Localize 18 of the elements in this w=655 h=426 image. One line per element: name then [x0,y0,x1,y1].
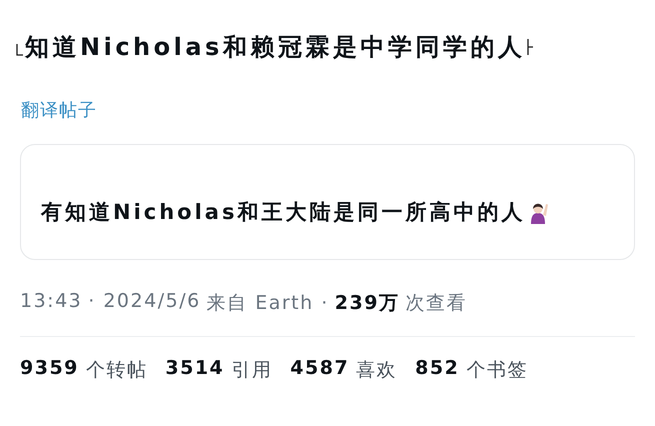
quoted-post-text: 有知道Nicholas和王大陆是同一所高中的人 [41,199,526,226]
post-source: 来自 Earth · [206,291,329,316]
stat-label: 喜欢 [356,358,398,383]
stat-count: 852 [415,357,460,381]
stat-count: 4587 [290,357,350,381]
stat-count: 9359 [20,357,79,381]
views-label: 次查看 [405,291,467,316]
cursor-handle-icon [527,39,534,55]
stat-label: 个书签 [466,358,528,383]
post-date: · 2024/5/6 [88,290,201,314]
views-count: 239万 [334,291,400,316]
stat-count: 3514 [165,357,224,381]
stat-label: 引用 [231,358,272,383]
stat-label: 个转帖 [86,358,148,383]
post-time: 13:43 [20,290,82,314]
post-text: 知道Nicholas和赖冠霖是中学同学的人 [25,32,526,63]
corner-mark-icon [16,44,23,56]
translate-link[interactable]: 翻译帖子 [21,98,97,122]
